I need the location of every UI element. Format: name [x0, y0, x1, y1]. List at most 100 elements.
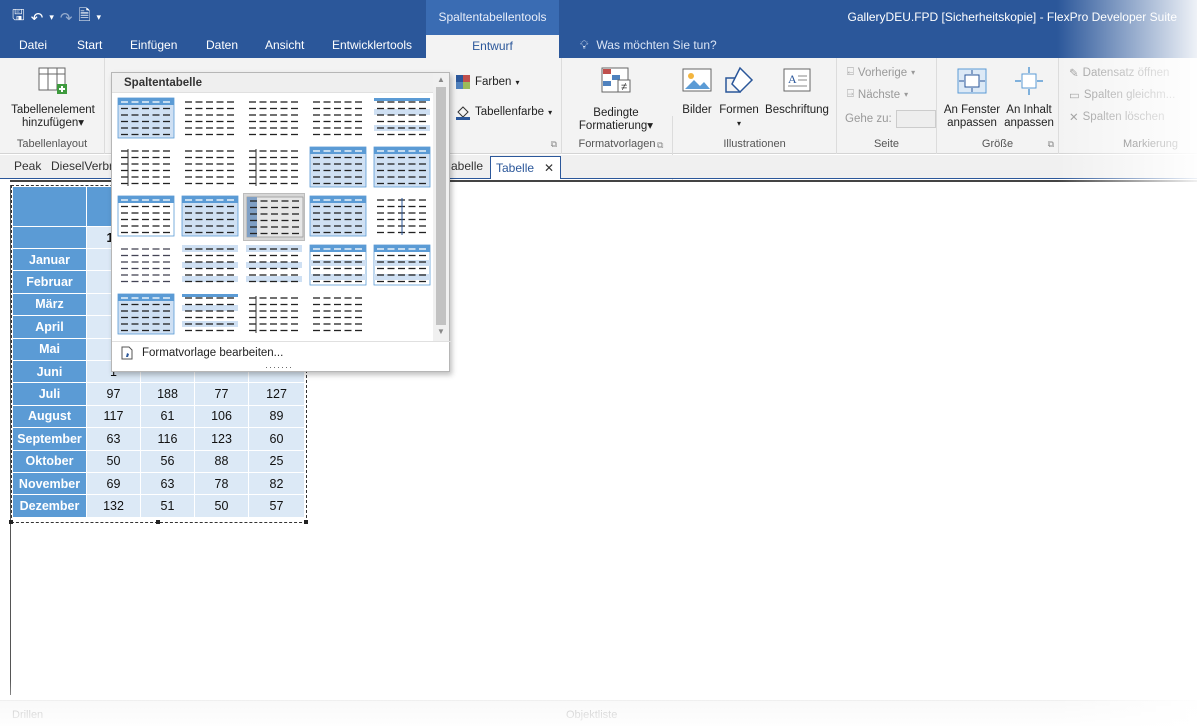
an-fenster-anpassen-button[interactable]: An Fenster anpassen	[943, 66, 1001, 130]
value-cell[interactable]: 57	[248, 494, 305, 518]
spalten-gleichmaessig-button[interactable]: ▭ Spalten gleichm...	[1069, 88, 1175, 102]
value-cell[interactable]: 60	[248, 427, 305, 451]
value-cell[interactable]: 123	[194, 427, 249, 451]
formen-button[interactable]: Formen ▾	[717, 66, 761, 130]
month-cell[interactable]: März	[12, 292, 87, 317]
value-cell[interactable]: 188	[140, 382, 195, 406]
bilder-button[interactable]: Bilder	[679, 66, 715, 117]
doctab-tabelle-partial[interactable]: abelle	[451, 159, 483, 173]
style-thumbnail[interactable]	[115, 193, 177, 241]
scrollbar-thumb[interactable]	[436, 87, 446, 325]
value-cell[interactable]: 69	[86, 471, 141, 496]
resize-handle[interactable]	[9, 520, 13, 524]
month-cell[interactable]: Juni	[12, 359, 87, 384]
value-cell[interactable]: 51	[140, 494, 195, 518]
redo-icon[interactable]: ↷	[60, 9, 73, 27]
style-thumbnail[interactable]	[115, 242, 177, 290]
value-cell[interactable]: 88	[194, 449, 249, 473]
style-thumbnail[interactable]	[243, 95, 305, 143]
customize-qat-icon[interactable]: ▾	[97, 12, 102, 23]
undo-icon[interactable]: ↶	[31, 9, 44, 27]
style-thumbnail[interactable]	[115, 144, 177, 192]
save-icon[interactable]: 🖫	[12, 5, 25, 30]
doctab-dieselverbrauch[interactable]: DieselVerbra	[51, 159, 120, 173]
gallery-scrollbar[interactable]: ▲ ▼	[433, 73, 449, 341]
formatvorlagen-launcher[interactable]: ⧉	[657, 140, 663, 151]
resize-handle[interactable]	[156, 520, 160, 524]
month-cell[interactable]: September	[12, 427, 87, 451]
style-thumbnail[interactable]	[115, 95, 177, 143]
month-cell[interactable]: Februar	[12, 270, 87, 294]
scroll-down-icon[interactable]: ▼	[437, 327, 445, 336]
vorherige-button[interactable]: ⍇ Vorherige ▾	[847, 66, 915, 79]
style-thumbnail[interactable]	[243, 242, 305, 290]
value-cell[interactable]: 106	[194, 404, 249, 429]
beschriftung-button[interactable]: A Beschriftung	[761, 66, 833, 117]
datensatz-oeffnen-button[interactable]: ✎ Datensatz öffnen	[1069, 66, 1169, 80]
new-document-icon[interactable]: 🗎	[78, 5, 90, 30]
month-cell[interactable]: November	[12, 471, 87, 496]
style-thumbnail[interactable]	[371, 242, 433, 290]
value-cell[interactable]: 82	[248, 471, 305, 496]
tabellenfarbe-button[interactable]: Tabellenfarbe ▾	[455, 104, 552, 120]
style-thumbnail[interactable]	[179, 291, 241, 339]
doctab-tabelle[interactable]: Tabelle ✕	[490, 156, 562, 179]
value-cell[interactable]: 132	[86, 494, 141, 518]
gehe-zu-input[interactable]	[895, 110, 936, 128]
style-thumbnail[interactable]	[179, 144, 241, 192]
tab-datei[interactable]: Datei	[19, 38, 47, 52]
style-thumbnail[interactable]	[307, 193, 369, 241]
style-thumbnail[interactable]	[371, 193, 433, 241]
style-thumbnail[interactable]	[307, 291, 369, 339]
month-cell[interactable]: Dezember	[12, 494, 87, 518]
value-cell[interactable]: 50	[194, 494, 249, 518]
scroll-up-icon[interactable]: ▲	[437, 75, 445, 84]
value-cell[interactable]: 63	[140, 471, 195, 496]
style-thumbnail[interactable]	[115, 291, 177, 339]
value-cell[interactable]: 116	[140, 427, 195, 451]
tab-ansicht[interactable]: Ansicht	[265, 38, 304, 52]
groesse-launcher-icon[interactable]: ⧉	[1048, 139, 1054, 150]
style-thumbnail[interactable]	[307, 95, 369, 143]
month-cell[interactable]: Juli	[12, 382, 87, 406]
value-cell[interactable]: 61	[140, 404, 195, 429]
style-thumbnail[interactable]	[243, 144, 305, 192]
value-cell[interactable]: 127	[248, 382, 305, 406]
an-inhalt-anpassen-button[interactable]: An Inhalt anpassen	[1001, 66, 1057, 130]
undo-dropdown-icon[interactable]: ▾	[49, 12, 54, 23]
style-thumbnail[interactable]	[307, 144, 369, 192]
spalten-loeschen-button[interactable]: ✕ Spalten löschen	[1069, 110, 1164, 124]
month-cell[interactable]: Januar	[12, 247, 87, 272]
month-cell[interactable]: April	[12, 315, 87, 339]
style-thumbnail[interactable]	[179, 95, 241, 143]
value-cell[interactable]: 50	[86, 449, 141, 473]
style-thumbnail[interactable]	[371, 144, 433, 192]
edit-style-menu-item[interactable]: Formatvorlage bearbeiten...	[112, 341, 451, 363]
tab-entwurf[interactable]: Entwurf	[426, 34, 559, 58]
style-thumbnail[interactable]	[179, 242, 241, 290]
value-cell[interactable]: 89	[248, 404, 305, 429]
style-thumbnail[interactable]	[179, 193, 241, 241]
value-cell[interactable]: 117	[86, 404, 141, 429]
naechste-button[interactable]: ⍈ Nächste ▾	[847, 88, 908, 101]
value-cell[interactable]: 25	[248, 449, 305, 473]
tab-start[interactable]: Start	[77, 38, 102, 52]
formatvorlagen-launcher-icon[interactable]: ⧉	[551, 139, 557, 150]
style-thumbnail[interactable]	[243, 291, 305, 339]
tell-me-box[interactable]: 💡︎ Was möchten Sie tun?	[580, 38, 717, 53]
value-cell[interactable]: 63	[86, 427, 141, 451]
month-cell[interactable]: Oktober	[12, 449, 87, 473]
value-cell[interactable]: 78	[194, 471, 249, 496]
style-thumbnail[interactable]	[243, 193, 305, 241]
farben-button[interactable]: Farben ▾	[455, 74, 519, 90]
tab-daten[interactable]: Daten	[206, 38, 238, 52]
tab-einfuegen[interactable]: Einfügen	[130, 38, 177, 52]
month-cell[interactable]: August	[12, 404, 87, 429]
value-cell[interactable]: 97	[86, 382, 141, 406]
resize-handle[interactable]	[304, 520, 308, 524]
bedingte-formatierung-button[interactable]: ≠	[571, 66, 661, 104]
style-thumbnail[interactable]	[371, 95, 433, 143]
close-tab-icon[interactable]: ✕	[544, 161, 554, 179]
tabellenelement-hinzufuegen-button[interactable]: Tabellenelement hinzufügen▾	[8, 66, 98, 130]
tab-entwicklertools[interactable]: Entwicklertools	[332, 38, 412, 52]
